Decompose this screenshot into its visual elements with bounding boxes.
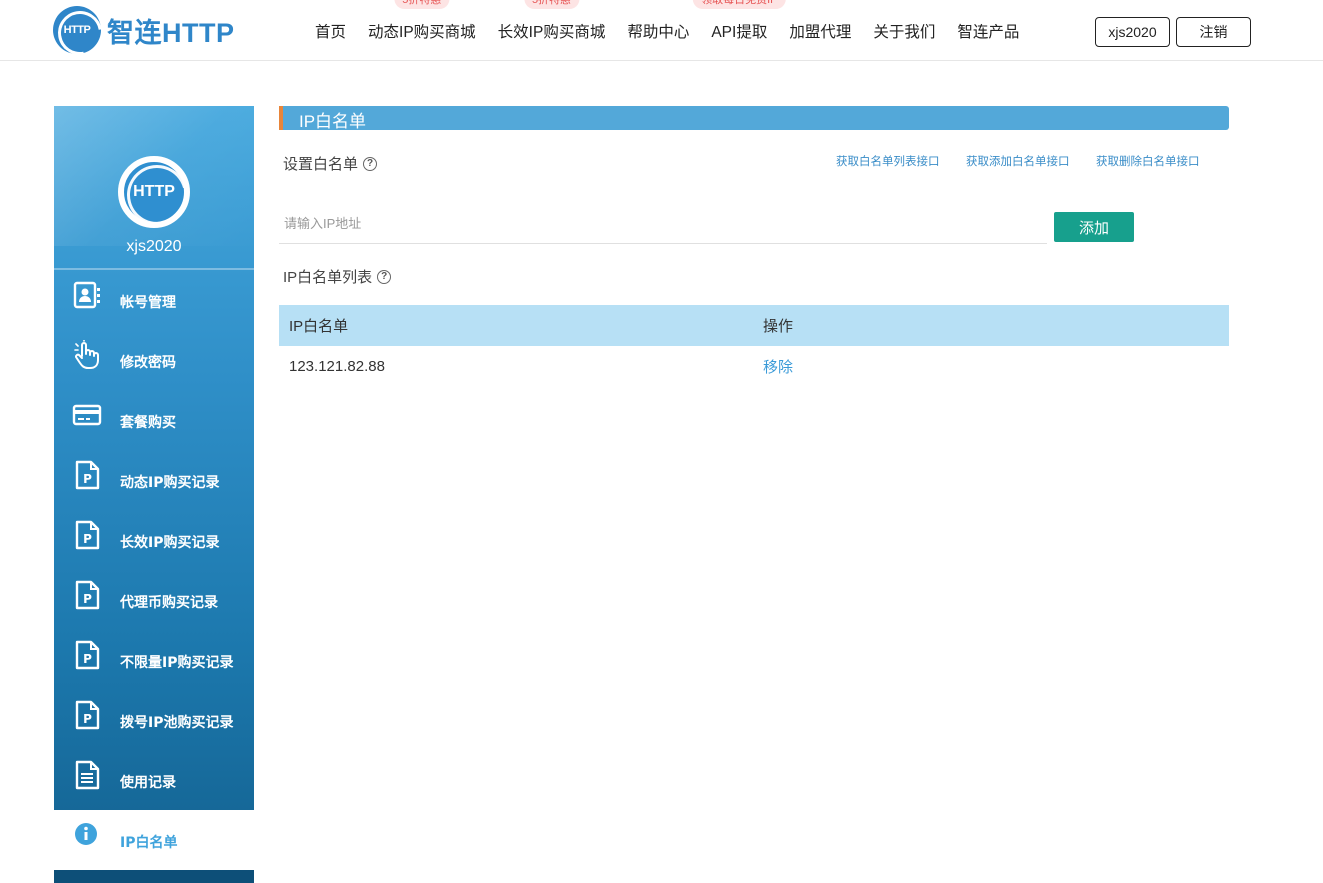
nav-badge: 5折特惠 — [394, 0, 450, 9]
nav-help-center[interactable]: 帮助中心 — [627, 20, 689, 42]
nav-label: API提取 — [711, 23, 768, 41]
nav-badge: 5折特惠 — [523, 0, 580, 9]
document-p-icon: P — [75, 580, 100, 610]
nav-label: 关于我们 — [873, 23, 936, 41]
table-header-ip: IP白名单 — [289, 318, 349, 335]
set-whitelist-text: 设置白名单 — [283, 156, 359, 173]
logo-mark-text: HTTP — [63, 24, 91, 36]
api-add-whitelist-link[interactable]: 获取添加白名单接口 — [966, 153, 1070, 169]
nav-about[interactable]: 关于我们 — [873, 20, 935, 42]
sidebar-item-label: 帐号管理 — [120, 295, 176, 311]
sidebar-item-label: 使用记录 — [120, 775, 176, 791]
nav-products[interactable]: 智连产品 — [957, 20, 1019, 42]
nav-franchise[interactable]: 加盟代理 — [789, 20, 851, 42]
sidebar-item-unlimited-ip-records[interactable]: P 不限量IP购买记录 — [54, 630, 254, 690]
contact-card-icon — [73, 281, 100, 309]
user-account-button[interactable]: xjs2020 — [1095, 17, 1170, 47]
sidebar-item-label: 长效IP购买记录 — [120, 535, 220, 551]
avatar: HTTP — [118, 156, 190, 228]
whitelist-list-label: IP白名单列表 ? — [283, 266, 392, 287]
top-header: HTTP 智连HTTP 首页 5折特惠 动态IP购买商城 5折特惠 长效IP购买… — [0, 0, 1323, 61]
sidebar-bottom-strip — [54, 870, 254, 883]
table-header: IP白名单 操作 — [279, 305, 1229, 346]
sidebar-item-password[interactable]: 修改密码 — [54, 330, 254, 390]
sidebar-item-label: 套餐购买 — [120, 415, 176, 431]
sidebar-item-label: 不限量IP购买记录 — [120, 655, 234, 671]
help-icon[interactable]: ? — [377, 269, 392, 284]
sidebar-item-dial-ip-records[interactable]: P 拨号IP池购买记录 — [54, 690, 254, 750]
sidebar-username: xjs2020 — [126, 238, 182, 255]
sidebar-item-usage-records[interactable]: 使用记录 — [54, 750, 254, 810]
nav-home[interactable]: 首页 — [315, 20, 346, 42]
hand-pointer-icon — [74, 340, 99, 369]
svg-text:P: P — [83, 532, 92, 546]
svg-text:P: P — [83, 652, 92, 666]
svg-text:P: P — [83, 472, 92, 486]
page-title: IP白名单 — [299, 112, 367, 131]
credit-card-icon — [72, 404, 102, 426]
whitelist-table: IP白名单 操作 123.121.82.88 移除 — [279, 305, 1229, 387]
sidebar-item-label: 代理币购买记录 — [120, 595, 218, 611]
svg-text:P: P — [83, 592, 92, 606]
sidebar-item-label: 动态IP购买记录 — [120, 475, 220, 491]
add-ip-button[interactable]: 添加 — [1054, 212, 1134, 242]
sidebar-item-long-ip-records[interactable]: P 长效IP购买记录 — [54, 510, 254, 570]
sidebar-item-package-purchase[interactable]: 套餐购买 — [54, 390, 254, 450]
document-p-icon: P — [75, 640, 100, 670]
document-p-icon: P — [75, 460, 100, 490]
nav-dynamic-ip-store[interactable]: 5折特惠 动态IP购买商城 — [368, 0, 476, 42]
logout-button[interactable]: 注销 — [1176, 17, 1251, 47]
main-nav: 首页 5折特惠 动态IP购买商城 5折特惠 长效IP购买商城 帮助中心 领取每日… — [304, 0, 1030, 61]
api-delete-whitelist-link[interactable]: 获取删除白名单接口 — [1096, 153, 1200, 169]
nav-label: 长效IP购买商城 — [497, 23, 606, 41]
remove-ip-link[interactable]: 移除 — [763, 356, 793, 377]
sidebar-item-account[interactable]: 帐号管理 — [54, 270, 254, 330]
sidebar-item-ip-whitelist[interactable]: IP白名单 — [54, 810, 254, 870]
nav-api-extract[interactable]: 领取每日免费IP API提取 — [693, 0, 786, 42]
section-title-bar: IP白名单 — [279, 106, 1229, 131]
document-p-icon: P — [75, 700, 100, 730]
avatar-text: HTTP — [133, 183, 175, 200]
help-icon[interactable]: ? — [363, 156, 378, 171]
sidebar-profile: HTTP xjs2020 — [54, 106, 254, 270]
nav-long-ip-store[interactable]: 5折特惠 长效IP购买商城 — [497, 0, 606, 42]
set-whitelist-label: 设置白名单 ? — [283, 153, 378, 174]
info-circle-icon — [75, 823, 97, 845]
sidebar-item-dynamic-ip-records[interactable]: P 动态IP购买记录 — [54, 450, 254, 510]
site-logo[interactable]: HTTP 智连HTTP — [53, 6, 235, 54]
nav-label: 智连产品 — [957, 23, 1020, 41]
svg-text:P: P — [83, 712, 92, 726]
whitelist-list-text: IP白名单列表 — [283, 269, 373, 286]
sidebar-item-label: IP白名单 — [120, 835, 178, 851]
ip-address-input[interactable] — [279, 204, 1047, 244]
table-header-action: 操作 — [763, 318, 794, 335]
nav-label: 首页 — [315, 23, 347, 41]
sidebar-item-coin-records[interactable]: P 代理币购买记录 — [54, 570, 254, 630]
logo-text: 智连HTTP — [107, 17, 235, 48]
api-get-whitelist-link[interactable]: 获取白名单列表接口 — [836, 153, 940, 169]
sidebar-item-label: 修改密码 — [120, 355, 176, 371]
sidebar: HTTP xjs2020 帐号管理 修改密码 套餐购买 P 动态IP购买记录 P… — [54, 106, 254, 883]
logo-mark: HTTP — [53, 6, 101, 54]
nav-label: 帮助中心 — [627, 23, 690, 41]
nav-label: 动态IP购买商城 — [368, 23, 476, 41]
table-row: 123.121.82.88 移除 — [279, 346, 1229, 387]
document-lines-icon — [75, 760, 100, 790]
sidebar-menu: 帐号管理 修改密码 套餐购买 P 动态IP购买记录 P 长效IP购买记录 P 代… — [54, 270, 254, 870]
table-cell-ip: 123.121.82.88 — [289, 358, 385, 375]
nav-badge: 领取每日免费IP — [693, 0, 786, 9]
document-p-icon: P — [75, 520, 100, 550]
nav-label: 加盟代理 — [789, 23, 852, 41]
sidebar-item-label: 拨号IP池购买记录 — [120, 715, 234, 731]
